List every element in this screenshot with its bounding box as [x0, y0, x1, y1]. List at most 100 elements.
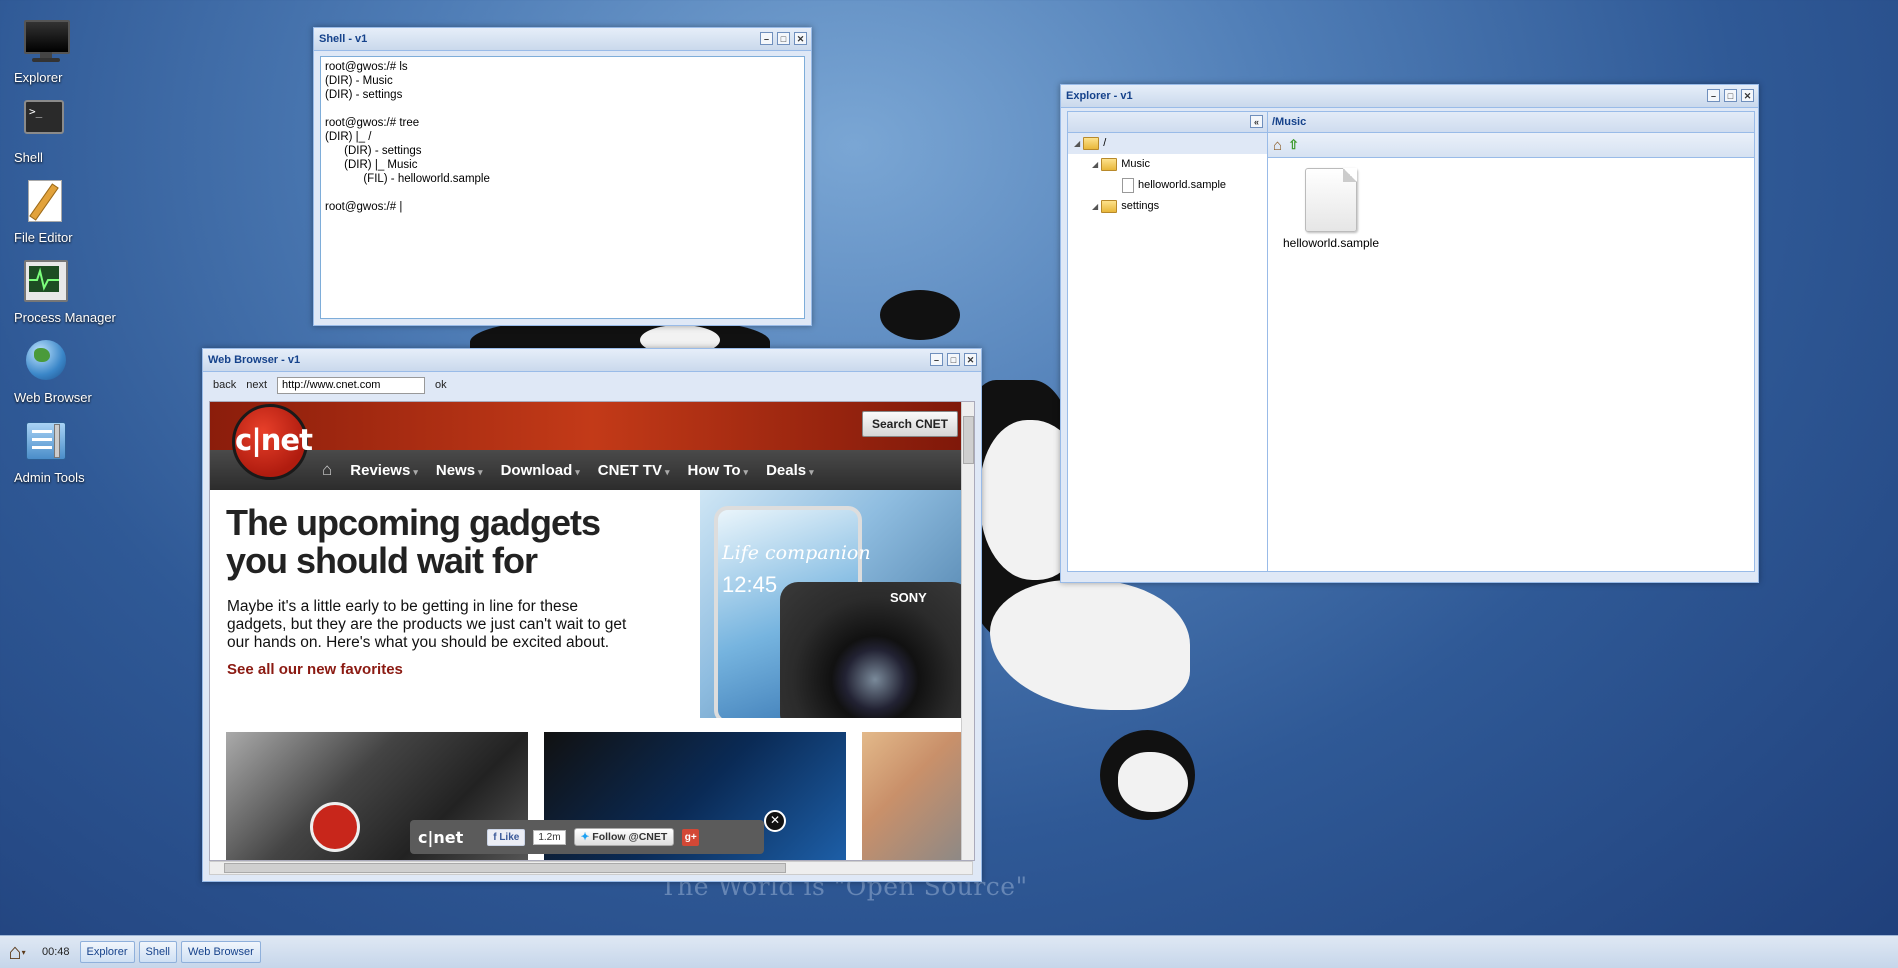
start-menu-button[interactable]: ⌂ ▾ [0, 938, 34, 966]
close-share-bar-icon[interactable]: ✕ [764, 810, 786, 832]
minimize-icon[interactable]: – [760, 32, 773, 45]
scrollbar-thumb[interactable] [963, 416, 974, 464]
google-plus-button[interactable]: g+ [682, 828, 700, 846]
window-title: Web Browser - v1 [208, 354, 301, 366]
wallpaper-small-tux-face [1118, 752, 1188, 812]
twitter-follow-button[interactable]: ✦ Follow @CNET [573, 828, 675, 846]
hero-brand: SONY [890, 590, 927, 605]
tree-pane-header: « [1068, 112, 1267, 133]
desktop-icon-explorer[interactable]: Explorer [14, 18, 134, 85]
file-item[interactable]: helloworld.sample [1276, 168, 1386, 250]
home-icon[interactable]: ⌂ [322, 460, 332, 480]
article-description: Maybe it's a little early to be getting … [227, 598, 627, 651]
desktop-icon-label: Admin Tools [14, 470, 85, 485]
document-icon [1305, 168, 1357, 232]
social-share-bar: c|net f Like 1.2m ✦ Follow @CNET g+ [410, 820, 764, 854]
desktop-icon-shell[interactable]: >_ Shell [14, 98, 134, 165]
url-input[interactable] [277, 376, 426, 394]
shell-terminal-output[interactable]: root@gwos:/# ls (DIR) - Music (DIR) - se… [320, 56, 805, 319]
tree-item-label: Music [1121, 158, 1150, 170]
taskbar-item-web-browser[interactable]: Web Browser [180, 941, 261, 963]
desktop-icon-label: Explorer [14, 70, 63, 85]
wallpaper-splat [880, 290, 960, 340]
go-button[interactable]: ok [435, 379, 447, 391]
maximize-icon[interactable]: □ [1724, 89, 1737, 102]
facebook-like-button[interactable]: f Like [487, 828, 526, 846]
tree-item-helloworld[interactable]: helloworld.sample [1068, 175, 1267, 196]
nav-item-cnet-tv[interactable]: CNET TV ▾ [598, 462, 670, 479]
hero-phone-time: 12:45 [722, 572, 778, 597]
tree-item-root[interactable]: ◢ / [1068, 133, 1267, 154]
nav-item-download[interactable]: Download ▾ [501, 462, 580, 479]
folder-tree-pane: « ◢ / ◢ Music helloworld.sample ◢ settin… [1067, 111, 1268, 572]
nav-item-how-to[interactable]: How To ▾ [687, 462, 748, 479]
window-title: Shell - v1 [319, 33, 368, 45]
nav-item-reviews[interactable]: Reviews ▾ [350, 462, 418, 479]
desktop-icon-label: File Editor [14, 230, 73, 245]
close-icon[interactable]: ✕ [1741, 89, 1754, 102]
tree-item-settings[interactable]: ◢ settings [1068, 196, 1267, 217]
minimize-icon[interactable]: – [1707, 89, 1720, 102]
pencil-paper-icon [22, 178, 68, 224]
scrollbar-thumb[interactable] [224, 863, 786, 873]
hero-image[interactable]: Life companion 12:45 SONY [700, 490, 962, 718]
like-count: 1.2m [533, 829, 566, 845]
tree-expander-icon[interactable]: ◢ [1074, 139, 1080, 148]
window-titlebar[interactable]: Web Browser - v1 – □ ✕ [203, 349, 981, 372]
back-button[interactable]: back [213, 379, 236, 391]
shell-window[interactable]: Shell - v1 – □ ✕ root@gwos:/# ls (DIR) -… [313, 27, 812, 326]
window-title: Explorer - v1 [1066, 90, 1133, 102]
maximize-icon[interactable]: □ [777, 32, 790, 45]
folder-icon [1083, 136, 1100, 150]
folder-icon [1101, 199, 1118, 213]
maximize-icon[interactable]: □ [947, 353, 960, 366]
terminal-icon: >_ [22, 98, 68, 144]
window-titlebar[interactable]: Explorer - v1 – □ ✕ [1061, 85, 1758, 108]
folder-contents-pane: /Music ⌂ ⇧ helloworld.sample [1267, 111, 1755, 572]
tree-expander-icon[interactable]: ◢ [1092, 202, 1098, 211]
beats-logo-icon [310, 802, 360, 852]
share-bar-logo: c|net [418, 827, 464, 847]
nav-item-news[interactable]: News ▾ [436, 462, 483, 479]
desktop-icon-label: Web Browser [14, 390, 92, 405]
taskbar: ⌂ ▾ 00:48 Explorer Shell Web Browser [0, 935, 1898, 968]
monitor-icon [22, 18, 70, 64]
article-headline[interactable]: The upcoming gadgets you should wait for [226, 504, 626, 580]
desktop-icon-file-editor[interactable]: File Editor [14, 178, 134, 245]
see-favorites-link[interactable]: See all our new favorites [227, 661, 403, 678]
next-button[interactable]: next [246, 379, 267, 391]
chevron-down-icon: ▾ [21, 947, 26, 957]
home-icon[interactable]: ⌂ [1273, 137, 1282, 154]
cnet-logo[interactable]: c|net [232, 404, 313, 480]
explorer-window[interactable]: Explorer - v1 – □ ✕ « ◢ / ◢ Music hellow… [1060, 84, 1759, 583]
nav-item-deals[interactable]: Deals ▾ [766, 462, 814, 479]
up-arrow-icon[interactable]: ⇧ [1288, 137, 1299, 153]
search-cnet-button[interactable]: Search CNET [861, 411, 958, 437]
file-name: helloworld.sample [1282, 236, 1380, 250]
web-page-viewport[interactable]: c|net Search CNET ⌂ Reviews ▾ News ▾ Downl… [209, 401, 975, 861]
close-icon[interactable]: ✕ [794, 32, 807, 45]
taskbar-item-explorer[interactable]: Explorer [79, 941, 135, 963]
tree-item-label: helloworld.sample [1138, 179, 1227, 191]
vertical-scrollbar[interactable] [961, 402, 974, 860]
browser-toolbar: back next ok [203, 372, 981, 398]
twitter-icon: ✦ [580, 831, 593, 843]
desktop-icon-process-manager[interactable]: Process Manager [14, 258, 134, 325]
close-icon[interactable]: ✕ [964, 353, 977, 366]
minimize-icon[interactable]: – [930, 353, 943, 366]
desktop-icon-admin-tools[interactable]: Admin Tools [14, 418, 134, 485]
window-titlebar[interactable]: Shell - v1 – □ ✕ [314, 28, 811, 51]
file-icon [1122, 177, 1134, 193]
collapse-panel-icon[interactable]: « [1250, 115, 1263, 128]
thumbnail-phone[interactable] [862, 732, 972, 860]
hero-phone-text: Life companion [722, 542, 871, 564]
cnet-header-bar [210, 402, 974, 450]
desktop-icon-web-browser[interactable]: Web Browser [14, 338, 134, 405]
horizontal-scrollbar[interactable] [209, 861, 973, 875]
taskbar-item-shell[interactable]: Shell [138, 941, 177, 963]
tree-item-music[interactable]: ◢ Music [1068, 154, 1267, 175]
tree-expander-icon[interactable]: ◢ [1092, 160, 1098, 169]
browser-window[interactable]: Web Browser - v1 – □ ✕ back next ok c|ne… [202, 348, 982, 882]
wallpaper-white-shape [990, 580, 1190, 710]
explorer-toolbar: ⌂ ⇧ [1268, 133, 1754, 158]
